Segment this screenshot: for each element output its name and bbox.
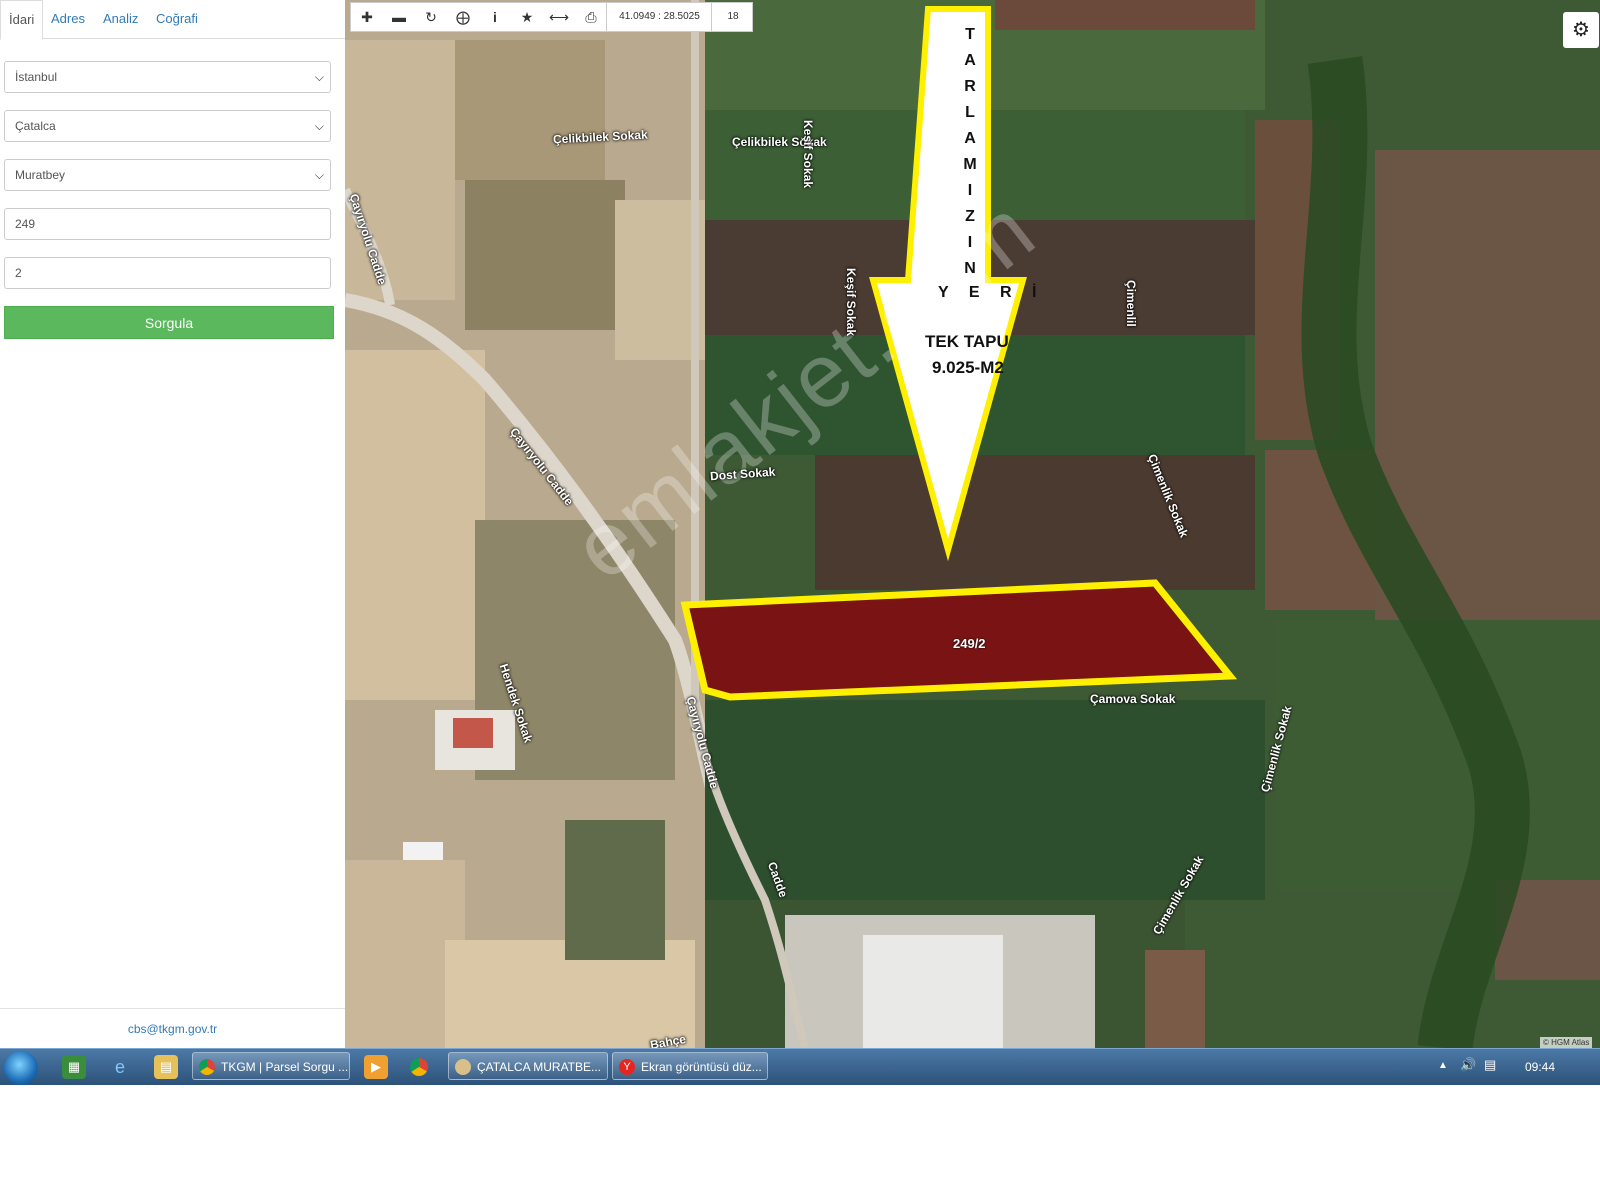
il-select[interactable]: İstanbul ⌵ [4,61,331,93]
folder-icon[interactable]: ▤ [154,1055,178,1079]
map-attribution: © HGM Atlas [1540,1037,1593,1048]
street-label: Keşif Sokak [844,268,858,337]
il-select-value: İstanbul [15,70,58,84]
tab-cografi[interactable]: Coğrafi [148,0,206,38]
measure-icon[interactable]: ⟷ [543,3,575,31]
panel-tabs: İdari Adres Analiz Coğrafi [0,0,345,40]
arrow-letter: N [964,260,976,277]
windows-taskbar: ▦ e ▤ TKGM | Parsel Sorgu ... ▶ ÇATALCA … [0,1048,1600,1085]
start-button[interactable] [4,1051,38,1085]
mahalle-select[interactable]: Muratbey ⌵ [4,159,331,191]
arrow-letter: R [964,78,976,95]
query-panel: İdari Adres Analiz Coğrafi İstanbul ⌵ Ça… [0,0,346,1048]
media-player-icon[interactable]: ▶ [364,1055,388,1079]
mahalle-select-value: Muratbey [15,168,66,182]
street-label: Çamova Sokak [1090,692,1176,706]
ilce-select[interactable]: Çatalca ⌵ [4,110,331,142]
refresh-icon[interactable]: ↻ [415,3,447,31]
print-icon[interactable]: ⎙ [575,3,607,31]
network-icon[interactable]: ▤ [1484,1057,1496,1073]
arrow-letter: A [964,52,976,69]
arrow-letter: I [967,234,973,251]
zoom-in-icon[interactable]: ✚ [351,3,383,31]
parsel-input[interactable]: 2 [4,257,331,289]
internet-explorer-icon[interactable]: e [108,1055,132,1079]
ada-input-value: 249 [15,217,36,231]
taskbar-clock[interactable]: 09:44 [1525,1049,1555,1085]
chevron-down-icon: ⌵ [314,119,324,133]
parcel-label[interactable]: 249/2 [953,636,986,651]
tray-expand-icon[interactable]: ▲ [1438,1060,1448,1071]
taskbar-item-label: Ekran görüntüsü düz... [641,1060,762,1074]
arrow-yeri-text: Y E R İ [938,284,1045,301]
footer-email-link[interactable]: cbs@tkgm.gov.tr [128,1022,217,1036]
chevron-down-icon: ⌵ [314,70,324,84]
tab-adres[interactable]: Adres [43,0,93,38]
parsel-input-value: 2 [15,266,22,280]
taskbar-item-chrome[interactable]: TKGM | Parsel Sorgu ... [192,1052,350,1080]
arrow-letter: I [967,182,973,199]
volume-icon[interactable]: 🔊 [1460,1057,1476,1073]
zoom-out-icon[interactable]: ▬ [383,3,415,31]
yandex-icon: Y [619,1059,635,1075]
arrow-tek-tapu-text: TEK TAPU [925,332,1009,351]
street-label: Çimenlil [1124,280,1138,327]
excel-icon[interactable]: ▦ [62,1055,86,1079]
map-toolbar: ✚ ▬ ↻ ⨁ i ★ ⟷ ⎙ 41.0949 : 28.5025 18 [350,2,753,32]
tab-idari[interactable]: İdari [0,0,44,40]
chrome-icon [199,1059,215,1075]
taskbar-item-label: TKGM | Parsel Sorgu ... [221,1060,349,1074]
arrow-letter: Z [965,208,975,225]
paint-icon [455,1059,471,1075]
arrow-letter: L [965,104,975,121]
taskbar-item-paint[interactable]: ÇATALCA MURATBE... [448,1052,608,1080]
ilce-select-value: Çatalca [15,119,56,133]
settings-gear-icon[interactable]: ⚙ [1563,12,1599,48]
arrow-letter: A [964,130,976,147]
zoom-level-readout: 18 [711,3,754,31]
panel-footer: cbs@tkgm.gov.tr [0,1008,345,1049]
taskbar-item-yandex[interactable]: Y Ekran görüntüsü düz... [612,1052,768,1080]
star-icon[interactable]: ★ [511,3,543,31]
chrome-icon[interactable] [410,1058,428,1076]
query-button[interactable]: Sorgula [4,306,334,339]
info-icon[interactable]: i [479,3,511,31]
arrow-letters: T A R L A M I Z I N [940,22,1000,282]
street-label: Keşif Sokak [801,120,815,189]
arrow-letter: T [965,26,975,43]
arrow-letter: M [963,156,977,173]
chevron-down-icon: ⌵ [314,168,324,182]
arrow-area-text: 9.025-M2 [932,358,1004,377]
ada-input[interactable]: 249 [4,208,331,240]
coordinate-readout: 41.0949 : 28.5025 [606,3,712,31]
locate-icon[interactable]: ⨁ [447,3,479,31]
tab-analiz[interactable]: Analiz [95,0,146,38]
taskbar-item-label: ÇATALCA MURATBE... [477,1060,602,1074]
